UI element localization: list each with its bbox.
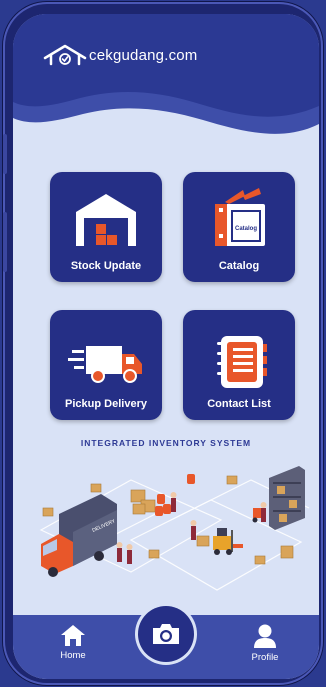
- catalog-icon: Catalog: [215, 188, 265, 246]
- catalog-badge-text: Catalog: [235, 226, 257, 232]
- contact-notebook-icon: [217, 336, 267, 388]
- warehouse-illustration: DELIVERY: [39, 466, 310, 591]
- tagline: INTEGRATED INVENTORY SYSTEM: [80, 438, 252, 448]
- delivery-truck-icon: [68, 346, 142, 383]
- nav-home-label: Home: [60, 650, 86, 661]
- header-wave: [13, 14, 319, 134]
- camera-icon: [153, 624, 179, 644]
- user-icon: [254, 624, 276, 648]
- app-screen: cekgudang.com Stock Update Catalog Catal…: [13, 14, 319, 679]
- phone-frame: cekgudang.com Stock Update Catalog Catal…: [3, 2, 323, 685]
- camera-button[interactable]: [138, 606, 194, 662]
- catalog-tile[interactable]: Catalog Catalog: [183, 172, 295, 282]
- pickup-delivery-label: Pickup Delivery: [65, 398, 147, 410]
- forklift-illustration: [213, 528, 243, 555]
- shelf-illustration: [269, 466, 305, 530]
- brand-name: cekgudang.com: [89, 46, 198, 64]
- brand-logo[interactable]: cekgudang.com: [43, 44, 198, 66]
- nav-home[interactable]: Home: [43, 623, 103, 673]
- house-check-icon: [43, 44, 87, 66]
- warehouse-icon: [76, 194, 136, 246]
- stock-update-tile[interactable]: Stock Update: [50, 172, 162, 282]
- contact-list-label: Contact List: [207, 398, 271, 410]
- catalog-label: Catalog: [218, 260, 260, 272]
- side-button: [3, 134, 7, 174]
- stock-update-label: Stock Update: [70, 260, 142, 272]
- home-icon: [61, 625, 85, 646]
- pickup-delivery-tile[interactable]: Pickup Delivery: [50, 310, 162, 420]
- side-button: [3, 212, 7, 272]
- nav-profile[interactable]: Profile: [235, 623, 295, 673]
- contact-list-tile[interactable]: Contact List: [183, 310, 295, 420]
- nav-profile-label: Profile: [251, 652, 279, 663]
